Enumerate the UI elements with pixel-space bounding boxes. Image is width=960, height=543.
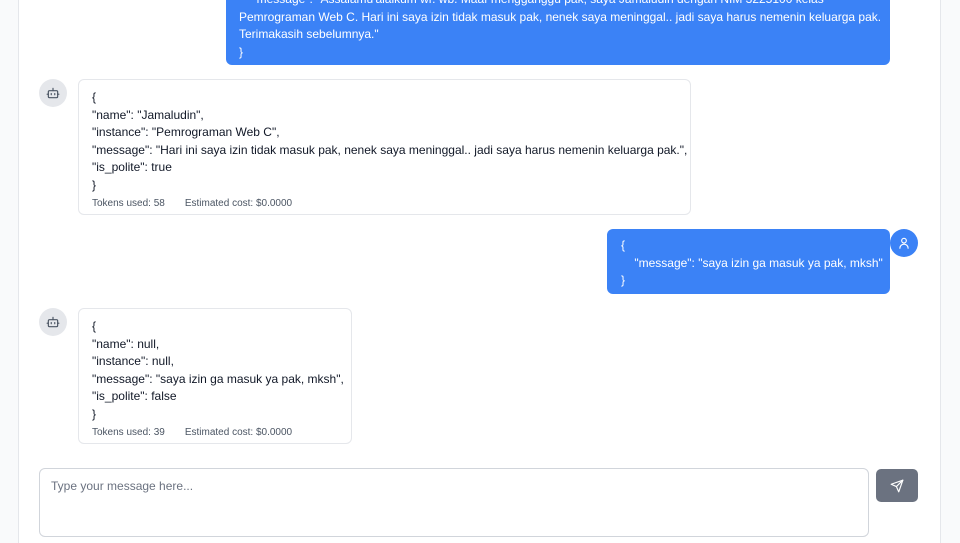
- message-line: }: [621, 273, 626, 287]
- message-line: Terimakasih sebelumnya.": [239, 27, 379, 41]
- estimated-cost: Estimated cost: $0.0000: [184, 427, 293, 438]
- message-line: "is_polite": false: [92, 389, 177, 403]
- message-line: "name": "Jamaludin",: [92, 107, 204, 122]
- tokens-used: Tokens used: 39: [92, 427, 165, 438]
- bot-avatar: [39, 79, 67, 107]
- user-icon: [899, 237, 909, 249]
- assistant-message: { "name": null, "instance": null, "messa…: [78, 308, 352, 444]
- message-input[interactable]: [39, 468, 869, 537]
- bot-icon: [46, 87, 60, 99]
- message-line: "instance": "Pemrograman Web C",: [92, 125, 280, 139]
- assistant-message: { "name": "Jamaludin", "instance": "Pemr…: [78, 79, 691, 215]
- message-line: }: [92, 177, 97, 192]
- message-line: }: [239, 44, 244, 59]
- message-meta: Tokens used: 39 Estimated cost: $0.0000: [92, 426, 338, 440]
- bot-icon: [46, 316, 60, 328]
- estimated-cost: Estimated cost: $0.0000: [184, 198, 293, 209]
- message-line: "message": "Assalamu'alaikum wr. wb. Maa…: [239, 0, 878, 9]
- message-line: "message": "saya izin ga masuk ya pak, m…: [92, 371, 344, 386]
- send-icon: [890, 479, 904, 492]
- message-line: }: [92, 406, 97, 421]
- message-line: {: [92, 90, 97, 104]
- message-line: "is_polite": true: [92, 160, 172, 174]
- tokens-used: Tokens used: 58: [92, 198, 165, 209]
- message-line: "message": "Hari ini saya izin tidak mas…: [92, 142, 688, 157]
- user-message: { "message": "saya izin ga masuk ya pak,…: [607, 229, 890, 294]
- user-message: "message": "Assalamu'alaikum wr. wb. Maa…: [226, 0, 890, 65]
- message-meta: Tokens used: 58 Estimated cost: $0.0000: [92, 197, 677, 211]
- message-line: Pemrograman Web C. Hari ini saya izin ti…: [239, 9, 882, 24]
- message-line: {: [621, 238, 626, 252]
- message-line: "message": "saya izin ga masuk ya pak, m…: [621, 255, 883, 270]
- message-line: "instance": null,: [92, 354, 174, 368]
- user-avatar: [890, 229, 918, 257]
- message-line: {: [92, 319, 97, 333]
- send-button[interactable]: [876, 469, 918, 502]
- bot-avatar: [39, 308, 67, 336]
- message-line: "name": null,: [92, 336, 160, 351]
